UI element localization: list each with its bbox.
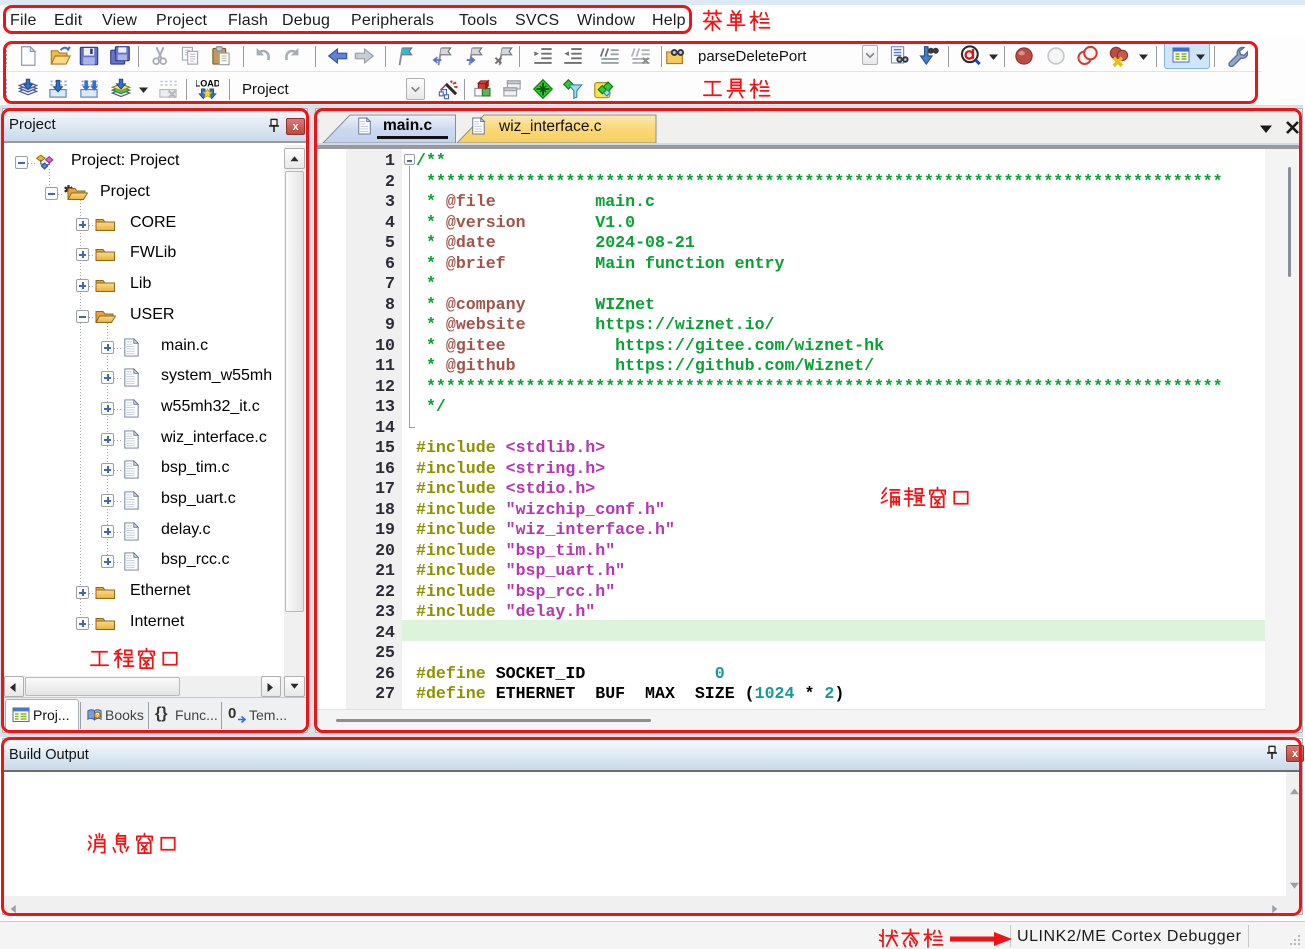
svg-text:LOAD: LOAD	[196, 78, 219, 88]
svg-text:?: ?	[95, 712, 99, 719]
